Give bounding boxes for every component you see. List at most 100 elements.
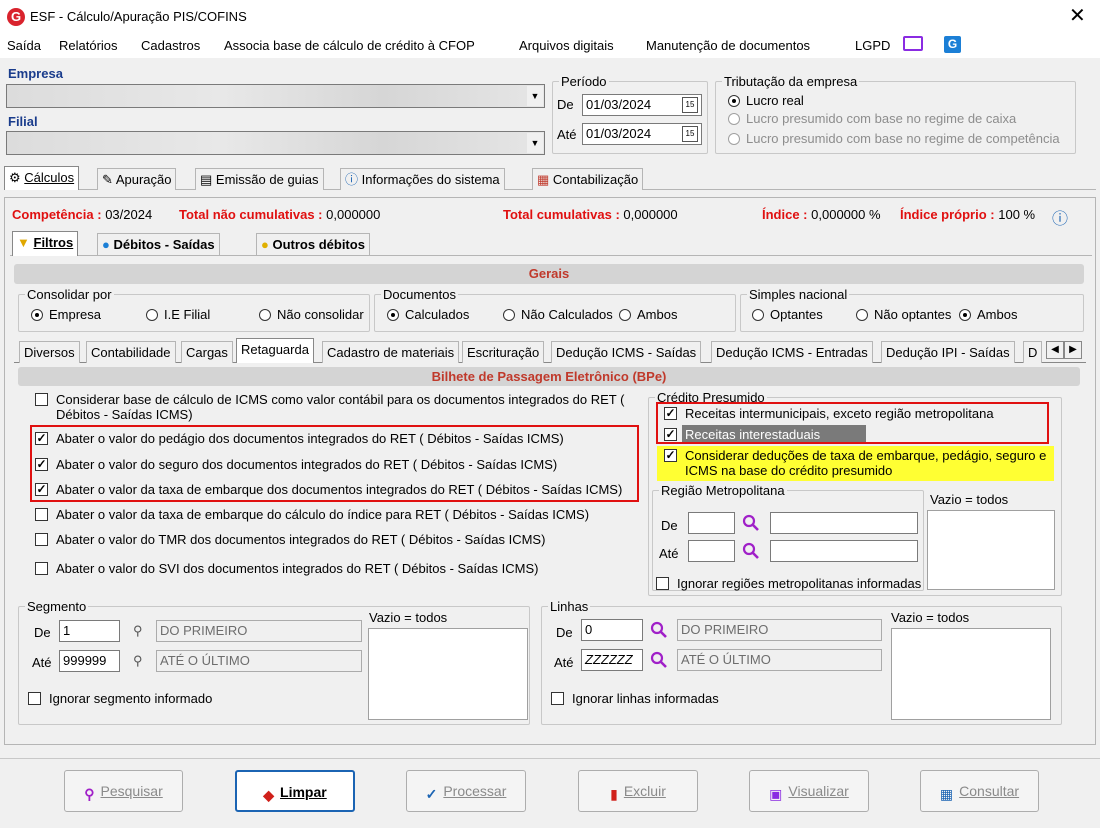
radio-simples-ambos[interactable]: Ambos [959, 307, 1017, 322]
chevron-down-icon[interactable]: ▼ [527, 133, 543, 153]
indice-proprio-label: Índice próprio : [900, 207, 995, 222]
simples-label: Simples nacional [749, 287, 848, 302]
tab-contabilizacao[interactable]: ▦ Contabilização [532, 168, 644, 190]
button-label: Visualizar [788, 783, 849, 799]
indice-proprio-value: 100 % [998, 207, 1036, 222]
tab-filtros[interactable]: ▼ Filtros [12, 231, 79, 256]
checkbox-label: Considerar base de cálculo de ICMS como … [56, 392, 625, 422]
nao-cumulativas-status: Total não cumulativas : 0,000000 [179, 207, 380, 222]
linhas-ate-input[interactable]: ZZZZZZ [581, 649, 643, 671]
radio-doc-calculados[interactable]: Calculados [387, 307, 469, 322]
limpar-button[interactable]: ◆ Limpar [235, 770, 355, 812]
regiao-ate-input[interactable] [688, 540, 735, 562]
close-icon[interactable]: ✕ [1069, 4, 1086, 28]
calendar-icon[interactable]: 15 [682, 126, 698, 142]
competencia-value: 03/2024 [105, 207, 153, 222]
indice-label: Índice : [762, 207, 808, 222]
radio-dot [728, 113, 740, 125]
empresa-label: Empresa [8, 66, 63, 81]
radio-nao-optantes[interactable]: Não optantes [856, 307, 951, 322]
tab-calculos[interactable]: ⚙ Cálculos [4, 166, 80, 190]
excluir-button[interactable]: ▮ Excluir [578, 770, 698, 812]
radio-lucro-competencia[interactable]: Lucro presumido com base no regime de co… [728, 131, 1060, 146]
menu-associa[interactable]: Associa base de cálculo de crédito à CFO… [224, 38, 475, 53]
consultar-button[interactable]: ▦ Consultar [920, 770, 1039, 812]
radio-nao-consolidar[interactable]: Não consolidar [259, 307, 364, 322]
segmento-ate-input[interactable]: 999999 [59, 650, 120, 672]
radio-consolidar-empresa[interactable]: Empresa [31, 307, 101, 322]
menu-relatorios[interactable]: Relatórios [59, 38, 118, 53]
radio-consolidar-ie[interactable]: I.E Filial [146, 307, 210, 322]
radio-dot [728, 133, 740, 145]
tab-deducao-ipi-saidas[interactable]: Dedução IPI - Saídas [881, 341, 1015, 363]
documentos-label: Documentos [383, 287, 456, 302]
tab-label: Informações do sistema [361, 172, 500, 187]
tab-debitos-saidas[interactable]: ● Débitos - Saídas [97, 233, 220, 255]
segmento-de-input[interactable]: 1 [59, 620, 120, 642]
radio-doc-nao-calculados[interactable]: Não Calculados [503, 307, 613, 322]
search-icon[interactable] [742, 542, 760, 560]
radio-label: Lucro presumido com base no regime de ca… [746, 111, 1017, 126]
info-icon[interactable]: ⓘ [1052, 205, 1068, 229]
menu-cadastros[interactable]: Cadastros [141, 38, 200, 53]
search-icon[interactable] [650, 651, 668, 669]
regiao-de-desc[interactable] [770, 512, 918, 534]
menu-lgpd[interactable]: LGPD [855, 38, 890, 53]
radio-lucro-caixa[interactable]: Lucro presumido com base no regime de ca… [728, 111, 1016, 126]
menu-manutencao[interactable]: Manutenção de documentos [646, 38, 810, 53]
checkbox-box [35, 393, 48, 406]
empresa-combo[interactable]: ▼ [6, 84, 545, 108]
menu-saida[interactable]: Saída [7, 38, 41, 53]
radio-label: Optantes [770, 307, 823, 322]
chk-considerar-base[interactable]: Considerar base de cálculo de ICMS como … [35, 392, 645, 424]
linhas-de-input[interactable]: 0 [581, 619, 643, 641]
tab-cadastro-materiais[interactable]: Cadastro de materiais [322, 341, 460, 363]
tab-informacoes[interactable]: ⓘ Informações do sistema [340, 168, 505, 190]
tab-overflow[interactable]: D [1023, 341, 1043, 363]
regiao-de-input[interactable] [688, 512, 735, 534]
binoculars-icon[interactable]: ⚲ [133, 623, 143, 639]
chevron-left-icon[interactable]: ◀ [1046, 341, 1064, 359]
regiao-list[interactable] [927, 510, 1055, 590]
binoculars-icon[interactable]: ⚲ [133, 653, 143, 669]
tab-cargas[interactable]: Cargas [181, 341, 233, 363]
radio-label: Empresa [49, 307, 102, 322]
separator [0, 758, 1100, 759]
regiao-ate-desc[interactable] [770, 540, 918, 562]
linhas-list[interactable] [891, 628, 1051, 720]
tab-emissao[interactable]: ▤ Emissão de guias [195, 168, 324, 190]
indice-status: Índice : 0,000000 % [762, 207, 881, 222]
processar-button[interactable]: ✓ Processar [406, 770, 526, 812]
checkbox-label: Abater o valor do SVI dos documentos int… [56, 561, 539, 576]
search-icon[interactable] [742, 514, 760, 532]
tab-diversos[interactable]: Diversos [19, 341, 80, 363]
periodo-label: Período [561, 74, 607, 89]
monitor-icon[interactable] [903, 36, 923, 51]
tab-outros-debitos[interactable]: ● Outros débitos [256, 233, 370, 255]
g-app-icon[interactable]: G [944, 36, 961, 53]
chevron-down-icon[interactable]: ▼ [527, 86, 543, 106]
menu-arquivos[interactable]: Arquivos digitais [519, 38, 614, 53]
radio-label: Não consolidar [277, 307, 364, 322]
tab-deducao-icms-saidas[interactable]: Dedução ICMS - Saídas [551, 341, 702, 363]
visualizar-button[interactable]: ▣ Visualizar [749, 770, 869, 812]
filial-combo[interactable]: ▼ [6, 131, 545, 155]
radio-doc-ambos[interactable]: Ambos [619, 307, 677, 322]
highlight-box [656, 402, 1049, 444]
tab-apuracao[interactable]: ✎ Apuração [97, 168, 177, 190]
search-icon[interactable] [650, 621, 668, 639]
checkbox-label: Ignorar regiões metropolitanas informada… [677, 576, 922, 591]
tab-retaguarda[interactable]: Retaguarda [236, 338, 314, 363]
checkbox-box [551, 692, 564, 705]
chevron-right-icon[interactable]: ▶ [1064, 341, 1082, 359]
chk-considerar-deducoes[interactable]: ✓ Considerar deduções de taxa de embarque… [664, 448, 1050, 480]
tab-deducao-icms-entradas[interactable]: Dedução ICMS - Entradas [711, 341, 873, 363]
tab-escrituracao[interactable]: Escrituração [462, 341, 545, 363]
segmento-list[interactable] [368, 628, 528, 720]
radio-optantes[interactable]: Optantes [752, 307, 823, 322]
radio-lucro-real[interactable]: Lucro real [728, 93, 804, 108]
radio-label: Não optantes [874, 307, 952, 322]
calendar-icon[interactable]: 15 [682, 97, 698, 113]
tab-contabilidade[interactable]: Contabilidade [86, 341, 176, 363]
pesquisar-button[interactable]: ⚲ Pesquisar [64, 770, 183, 812]
